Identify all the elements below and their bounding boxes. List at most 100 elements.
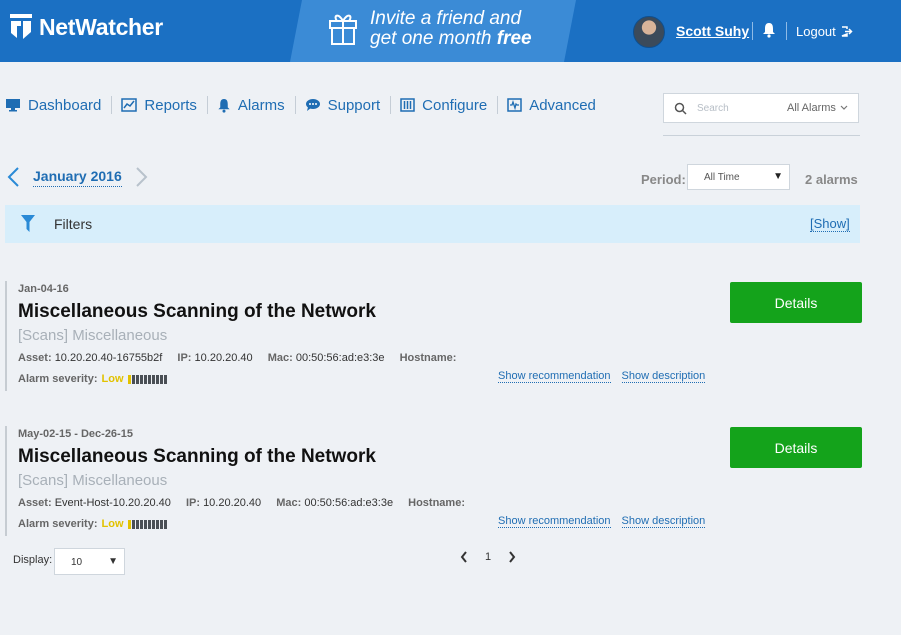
ip-label: IP: [185, 497, 200, 509]
main-nav: Dashboard Reports Alarms Support Configu… [5, 96, 615, 114]
alarm-category: [Scans] Miscellaneous [18, 472, 168, 489]
next-page-chevron-icon[interactable] [508, 551, 516, 563]
period-select[interactable]: All Time ▼ [687, 164, 790, 190]
alarm-severity: Alarm severity: Low [18, 518, 167, 530]
alarm-meta: Asset: 10.20.20.40-16755b2f IP: 10.20.20… [18, 352, 468, 364]
severity-segment [131, 374, 135, 384]
hostname-label: Hostname: [408, 497, 465, 509]
alarm-links: Show recommendation Show description [498, 515, 706, 528]
alarm-meta: Asset: Event-Host-10.20.20.40 IP: 10.20.… [18, 497, 477, 509]
alarm-severity: Alarm severity: Low [18, 373, 167, 385]
month-label[interactable]: January 2016 [33, 168, 122, 187]
promo-line2: get one month [370, 28, 492, 49]
alarm-links: Show recommendation Show description [498, 370, 706, 383]
alarm-title[interactable]: Miscellaneous Scanning of the Network [18, 446, 376, 468]
severity-segment [155, 519, 159, 529]
ip-value: 10.20.20.40 [194, 352, 253, 364]
chevron-down-icon [840, 105, 848, 110]
severity-segment [151, 519, 155, 529]
alarm-title[interactable]: Miscellaneous Scanning of the Network [18, 301, 376, 323]
show-description-link[interactable]: Show description [621, 515, 706, 528]
severity-segment [139, 519, 143, 529]
show-description-link[interactable]: Show description [621, 370, 706, 383]
nav-label: Configure [422, 96, 488, 114]
netwatcher-logo-icon [10, 14, 32, 39]
invite-friend-banner[interactable]: Invite a friend and get one month free [290, 0, 576, 62]
severity-segment [127, 374, 131, 384]
search-bar: All Alarms [663, 93, 859, 123]
monitor-icon [6, 99, 20, 112]
alarm-card: May-02-15 - Dec-26-15 Miscellaneous Scan… [5, 426, 862, 536]
alarm-date: Jan-04-16 [18, 283, 69, 295]
logout-label: Logout [796, 24, 836, 39]
mac-label: Mac: [276, 497, 302, 509]
bell-icon [218, 98, 230, 113]
severity-segment [139, 374, 143, 384]
severity-segment [127, 519, 131, 529]
display-count-select[interactable]: 10 ▼ [54, 548, 125, 575]
search-scope-dropdown[interactable]: All Alarms [787, 102, 848, 114]
display-label: Display: [13, 554, 53, 566]
page-number[interactable]: 1 [485, 551, 491, 563]
severity-segment [163, 374, 167, 384]
avatar[interactable] [633, 16, 665, 48]
nav-label: Dashboard [28, 96, 102, 114]
nav-label: Alarms [237, 96, 285, 114]
details-button[interactable]: Details [730, 427, 862, 468]
show-recommendation-link[interactable]: Show recommendation [498, 515, 611, 528]
ip-label: IP: [177, 352, 192, 364]
severity-segment [159, 374, 163, 384]
search-scope-label: All Alarms [787, 102, 836, 114]
nav-configure[interactable]: Configure [400, 96, 499, 114]
funnel-icon [21, 215, 35, 232]
mac-value: 00:50:56:ad:e3:3e [304, 497, 394, 509]
hostname-label: Hostname: [399, 352, 457, 364]
filters-bar[interactable]: Filters [Show] [5, 205, 860, 243]
period-value: All Time [704, 172, 740, 183]
search-input[interactable] [697, 102, 777, 114]
show-recommendation-link[interactable]: Show recommendation [498, 370, 611, 383]
previous-month-chevron-icon[interactable] [6, 166, 22, 188]
logout-button[interactable]: Logout [796, 24, 853, 39]
mac-label: Mac: [267, 352, 293, 364]
user-name-link[interactable]: Scott Suhy [676, 23, 749, 39]
period-label: Period: [641, 172, 686, 187]
next-month-chevron-icon[interactable] [133, 166, 149, 188]
severity-bar [127, 374, 167, 384]
chart-icon [121, 98, 138, 112]
alarm-category: [Scans] Miscellaneous [18, 327, 168, 344]
ip-value: 10.20.20.40 [203, 497, 262, 509]
nav-reports[interactable]: Reports [121, 96, 208, 114]
pagination: 1 [460, 551, 516, 563]
filters-show-link[interactable]: [Show] [810, 216, 850, 232]
severity-segment [159, 519, 163, 529]
severity-segment [147, 374, 151, 384]
logout-icon [841, 26, 853, 37]
severity-segment [155, 374, 159, 384]
notification-bell-icon[interactable] [762, 22, 776, 38]
promo-text: Invite a friend and get one month free [370, 9, 532, 49]
severity-segment [131, 519, 135, 529]
asset-value: 10.20.20.40-16755b2f [54, 352, 163, 364]
alarm-card: Jan-04-16 Miscellaneous Scanning of the … [5, 281, 862, 391]
logo-text: NetWatcher [39, 13, 163, 40]
caret-down-icon: ▼ [108, 556, 118, 567]
nav-advanced[interactable]: Advanced [507, 96, 606, 114]
prev-page-chevron-icon[interactable] [460, 551, 468, 563]
severity-segment [147, 519, 151, 529]
asset-label: Asset: [18, 352, 52, 364]
nav-label: Advanced [529, 96, 596, 114]
severity-label: Alarm severity: [18, 518, 98, 530]
severity-segment [143, 519, 147, 529]
details-button[interactable]: Details [730, 282, 862, 323]
severity-segment [143, 374, 147, 384]
nav-support[interactable]: Support [305, 96, 392, 114]
nav-dashboard[interactable]: Dashboard [5, 96, 113, 114]
nav-label: Support [327, 96, 381, 114]
nav-alarms[interactable]: Alarms [217, 96, 296, 114]
promo-highlight: free [496, 28, 532, 49]
chat-icon [305, 99, 320, 111]
logo[interactable]: NetWatcher [7, 12, 163, 42]
severity-label: Alarm severity: [18, 373, 98, 385]
severity-bar [127, 519, 167, 529]
